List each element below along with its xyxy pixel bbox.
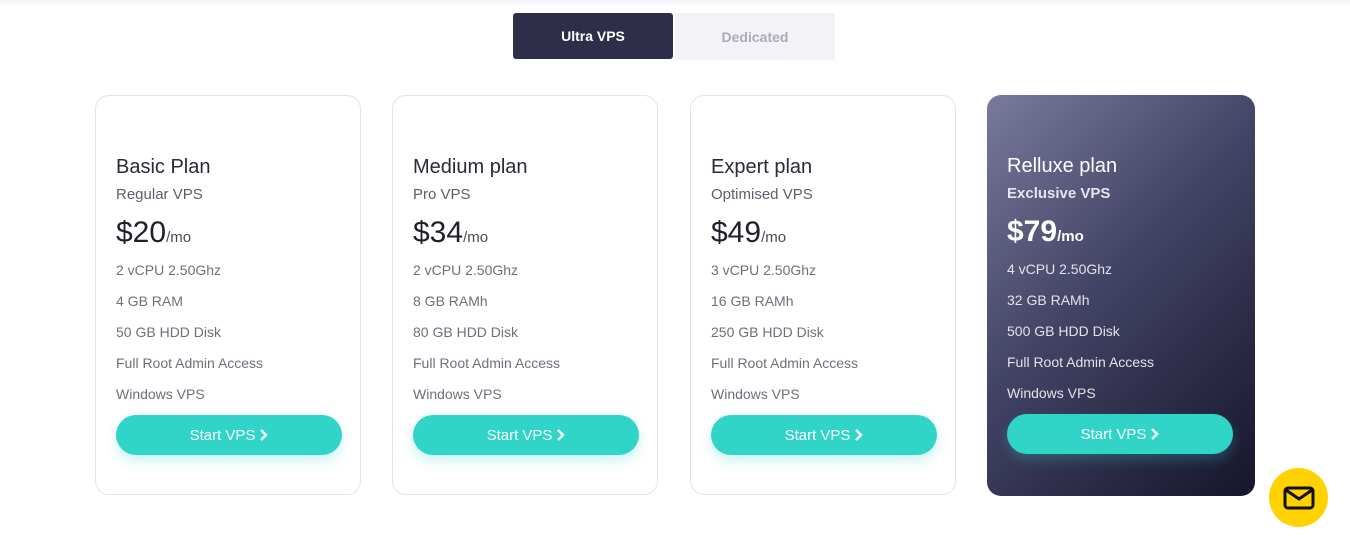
plan-name: Medium plan [413,156,528,178]
plan-price: $49/mo [711,216,786,250]
feature-item: 3 vCPU 2.50Ghz [711,262,817,278]
chevron-right-icon [855,429,864,441]
plan-price: $20/mo [116,216,191,250]
plan-subtitle: Optimised VPS [711,186,813,203]
plan-card-relluxe: Relluxe plan Exclusive VPS $79/mo 4 vCPU… [987,95,1255,496]
plan-name: Expert plan [711,156,813,178]
chevron-right-icon [557,429,566,441]
plan-card-medium: Medium plan Pro VPS $34/mo 2 vCPU 2.50Gh… [392,95,658,495]
button-label: Start VPS [486,426,553,444]
button-label: Start VPS [1080,425,1147,443]
price-unit: /mo [1057,228,1084,245]
feature-item: Full Root Admin Access [116,355,264,371]
feature-item: 8 GB RAMh [413,293,488,309]
plan-card-basic: Basic Plan Regular VPS $20/mo 2 vCPU 2.5… [95,95,361,495]
plan-type-tabs: Ultra VPS Dedicated [513,13,835,60]
contact-mail-button[interactable] [1269,468,1328,527]
button-label: Start VPS [189,426,256,444]
tab-ultra-vps[interactable]: Ultra VPS [513,13,673,59]
feature-item: 2 vCPU 2.50Ghz [116,262,222,278]
feature-item: 4 vCPU 2.50Ghz [1007,261,1113,277]
plan-price: $34/mo [413,216,488,250]
feature-item: Windows VPS [413,386,502,402]
start-vps-button[interactable]: Start VPS [413,415,639,455]
feature-item: Windows VPS [711,386,800,402]
feature-item: 250 GB HDD Disk [711,324,824,340]
feature-item: 50 GB HDD Disk [116,324,222,340]
plan-subtitle: Pro VPS [413,186,471,203]
chevron-right-icon [1151,428,1160,440]
top-shadow [0,0,1350,6]
feature-item: Full Root Admin Access [711,355,859,371]
start-vps-button[interactable]: Start VPS [116,415,342,455]
feature-item: 500 GB HDD Disk [1007,323,1120,339]
price-unit: /mo [166,229,192,246]
price-amount: $49 [711,216,762,249]
feature-item: 4 GB RAM [116,293,183,309]
feature-item: 16 GB RAMh [711,293,794,309]
plan-card-expert: Expert plan Optimised VPS $49/mo 3 vCPU … [690,95,956,495]
price-unit: /mo [463,229,489,246]
price-amount: $79 [1007,215,1058,248]
plan-name: Relluxe plan [1007,155,1118,177]
feature-item: Full Root Admin Access [413,355,561,371]
feature-item: Full Root Admin Access [1007,354,1155,370]
start-vps-button[interactable]: Start VPS [711,415,937,455]
plan-subtitle: Exclusive VPS [1007,185,1111,202]
start-vps-button[interactable]: Start VPS [1007,414,1233,454]
price-amount: $34 [413,216,464,249]
plan-subtitle: Regular VPS [116,186,203,203]
feature-item: 2 vCPU 2.50Ghz [413,262,519,278]
price-amount: $20 [116,216,167,249]
price-unit: /mo [761,229,787,246]
button-label: Start VPS [784,426,851,444]
tab-dedicated[interactable]: Dedicated [675,13,835,60]
feature-item: Windows VPS [116,386,205,402]
mail-icon [1283,486,1314,509]
plan-price: $79/mo [1007,215,1084,249]
chevron-right-icon [260,429,269,441]
feature-item: 80 GB HDD Disk [413,324,519,340]
plan-name: Basic Plan [116,156,211,178]
feature-item: 32 GB RAMh [1007,292,1090,308]
feature-item: Windows VPS [1007,385,1096,401]
